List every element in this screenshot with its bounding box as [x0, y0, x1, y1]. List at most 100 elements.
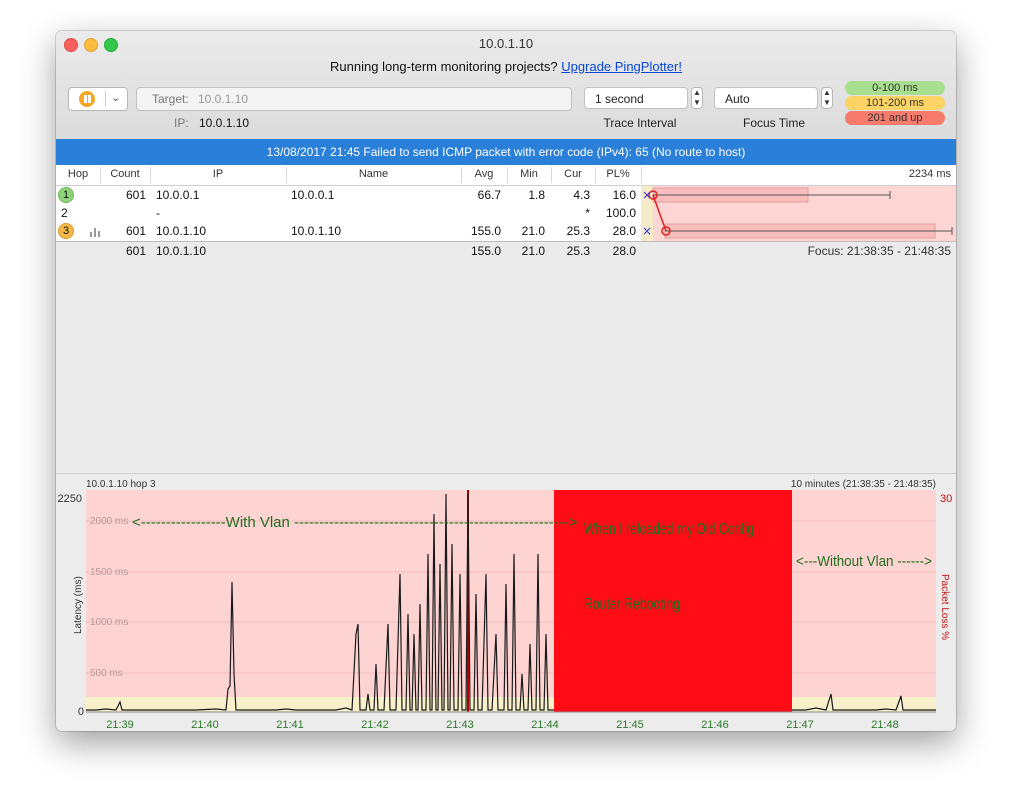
- error-banner: 13/08/2017 21:45 Failed to send ICMP pac…: [56, 139, 956, 165]
- ip-value: 10.0.1.10: [199, 116, 250, 130]
- x-tick-label: 21:43: [446, 719, 474, 731]
- focus-time-stepper[interactable]: ▲ ▼: [821, 87, 833, 109]
- timeline-graph[interactable]: 10.0.1.10 hop 3 10 minutes (21:38:35 - 2…: [56, 474, 956, 731]
- packet-loss-axis-label: Packet Loss %: [939, 574, 950, 640]
- trace-interval-stepper[interactable]: ▲ ▼: [691, 87, 703, 109]
- column-header-count[interactable]: Count: [100, 168, 150, 180]
- promo-text: Running long-term monitoring projects?: [330, 59, 558, 74]
- column-header-hop[interactable]: Hop: [56, 168, 100, 180]
- upgrade-link[interactable]: Upgrade PingPlotter!: [561, 59, 682, 74]
- table-header: Hop Count IP Name Avg Min Cur PL% 2234 m…: [56, 165, 956, 186]
- column-header-pl[interactable]: PL%: [595, 168, 641, 180]
- gridline-label: 1000 ms: [90, 617, 128, 628]
- hop-cur: 4.3: [573, 188, 590, 202]
- hop-name: 10.0.0.1: [291, 188, 335, 202]
- hop-rows: 1 601 10.0.0.1 10.0.0.1 66.7 1.8 4.3 16.…: [56, 186, 641, 242]
- x-axis: 21:39 21:40 21:41 21:42 21:43 21:44 21:4…: [86, 711, 936, 731]
- window-title: 10.0.1.10: [478, 36, 534, 51]
- hop-cur: *: [585, 206, 590, 220]
- column-header-cur[interactable]: Cur: [551, 168, 595, 180]
- focus-range: Focus: 21:38:35 - 21:48:35: [807, 244, 951, 258]
- latency-minigraph: × ×: [641, 186, 956, 242]
- gridline-label: 2000 ms: [90, 516, 128, 527]
- target-input[interactable]: Target: 10.0.1.10: [136, 87, 572, 111]
- target-value[interactable]: 10.0.1.10: [198, 88, 248, 110]
- column-header-ip[interactable]: IP: [150, 168, 286, 180]
- legend-201-up: 201 and up: [845, 111, 945, 125]
- timeline-panel: 10.0.1.10 hop 3 10 minutes (21:38:35 - 2…: [56, 473, 956, 731]
- hop-min: 21.0: [521, 224, 545, 238]
- timeline-target-label: 10.0.1.10 hop 3: [86, 479, 156, 490]
- legend-0-100: 0-100 ms: [845, 81, 945, 95]
- summary-cur: 25.3: [566, 244, 590, 258]
- hop-badge: 3: [58, 223, 74, 239]
- hop-pl: 28.0: [612, 224, 636, 238]
- hop-cur: 25.3: [566, 224, 590, 238]
- hop-count: 601: [125, 188, 146, 202]
- table-row[interactable]: 3 601 10.0.1.10 10.0.1.10 155.0 21.0 25.…: [56, 222, 641, 240]
- chevron-down-icon: ▼: [823, 98, 831, 107]
- summary-avg: 155.0: [470, 244, 501, 258]
- y-axis-max: 2250: [58, 493, 82, 505]
- hop-avg: 66.7: [477, 188, 501, 202]
- x-tick-label: 21:39: [106, 719, 134, 731]
- x-tick-label: 21:46: [701, 719, 729, 731]
- hop-pl: 16.0: [612, 188, 636, 202]
- gridline-label: 500 ms: [90, 668, 123, 679]
- x-tick-label: 21:48: [871, 719, 899, 731]
- summary-ip: 10.0.1.10: [156, 244, 207, 258]
- with-vlan-annotation: <-----------------With Vlan ------------…: [132, 514, 578, 531]
- hop-name: 10.0.1.10: [291, 224, 342, 238]
- y-axis-min: 0: [78, 706, 84, 718]
- chevron-up-icon: ▲: [693, 88, 701, 97]
- latency-minigraph-svg: × ×: [641, 186, 953, 242]
- hop-min: 1.8: [528, 188, 545, 202]
- gridline-label: 1500 ms: [90, 567, 128, 578]
- hop-pl: 100.0: [605, 206, 636, 220]
- reboot-annotation: Router Rebooting: [584, 596, 680, 613]
- reload-annotation: When I reloaded my Old Config: [584, 521, 754, 538]
- chevron-up-icon: ▲: [823, 88, 831, 97]
- column-header-name[interactable]: Name: [286, 168, 461, 180]
- summary-row: 601 10.0.1.10 155.0 21.0 25.3 28.0 Focus…: [56, 241, 956, 260]
- ip-label: IP:: [174, 116, 189, 130]
- chevron-down-icon: ▼: [693, 98, 701, 107]
- y-axis-label: Latency (ms): [73, 576, 84, 634]
- trace-interval-select[interactable]: 1 second: [584, 87, 688, 109]
- hop-3-loss-marker: ×: [642, 224, 652, 238]
- trace-interval-label: Trace Interval: [603, 116, 677, 130]
- column-header-avg[interactable]: Avg: [461, 168, 507, 180]
- hop-ip: 10.0.0.1: [156, 188, 200, 202]
- hop-badge: 1: [58, 187, 74, 203]
- hop-1-loss-marker: ×: [642, 188, 652, 202]
- target-label: Target:: [152, 92, 189, 106]
- pause-icon: [79, 91, 95, 107]
- chevron-down-icon[interactable]: ⌄: [111, 91, 120, 104]
- summary-min: 21.0: [521, 244, 545, 258]
- without-vlan-annotation: <---Without Vlan ------>: [796, 553, 932, 570]
- focus-time-label: Focus Time: [742, 116, 805, 130]
- app-window: 10.0.1.10 Running long-term monitoring p…: [56, 31, 956, 731]
- x-tick-label: 21:41: [276, 719, 304, 731]
- packet-loss-max: 30: [940, 493, 952, 505]
- summary-pl: 28.0: [612, 244, 636, 258]
- legend-101-200: 101-200 ms: [845, 96, 945, 110]
- pause-button[interactable]: ⌄: [68, 87, 128, 111]
- x-tick-label: 21:45: [616, 719, 644, 731]
- x-tick-label: 21:42: [361, 719, 389, 731]
- trace-grid: Hop Count IP Name Avg Min Cur PL% 2234 m…: [56, 165, 956, 473]
- summary-count: 601: [125, 244, 146, 258]
- hop-ip: -: [156, 206, 160, 220]
- x-tick-label: 21:40: [191, 719, 219, 731]
- hop-count: 601: [125, 224, 146, 238]
- x-tick-label: 21:44: [531, 719, 559, 731]
- max-latency-label: 2234 ms: [908, 168, 951, 180]
- focus-time-select[interactable]: Auto: [714, 87, 818, 109]
- table-row[interactable]: 1 601 10.0.0.1 10.0.0.1 66.7 1.8 4.3 16.…: [56, 186, 641, 204]
- hop-avg: 155.0: [470, 224, 501, 238]
- table-row[interactable]: 2 - * 100.0: [56, 204, 641, 222]
- hop-ip: 10.0.1.10: [156, 224, 207, 238]
- column-divider: [641, 167, 642, 183]
- column-header-min[interactable]: Min: [507, 168, 551, 180]
- timeline-range-label: 10 minutes (21:38:35 - 21:48:35): [791, 479, 936, 490]
